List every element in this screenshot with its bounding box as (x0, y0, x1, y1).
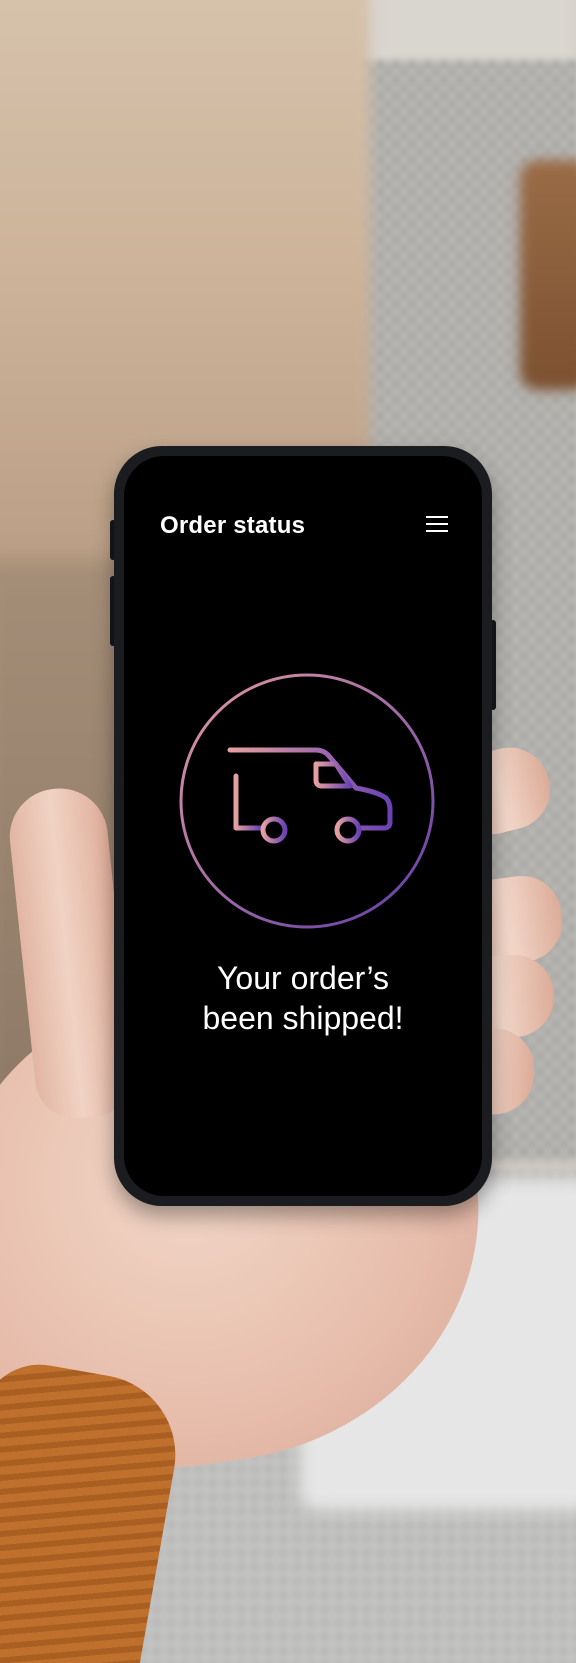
hamburger-menu-icon[interactable] (424, 512, 450, 536)
shipping-status-message: Your order’s been shipped! (124, 958, 482, 1038)
background-wooden-object (520, 160, 576, 390)
message-line-2: been shipped! (202, 1000, 404, 1036)
photo-scene: Order status Your order’s been shipped! (0, 0, 576, 1663)
delivery-van-icon (176, 670, 438, 932)
phone-screen: Order status Your order’s been shipped! (124, 456, 482, 1196)
smartphone: Order status Your order’s been shipped! (114, 446, 492, 1206)
message-line-1: Your order’s (217, 960, 389, 996)
page-title: Order status (160, 512, 306, 539)
